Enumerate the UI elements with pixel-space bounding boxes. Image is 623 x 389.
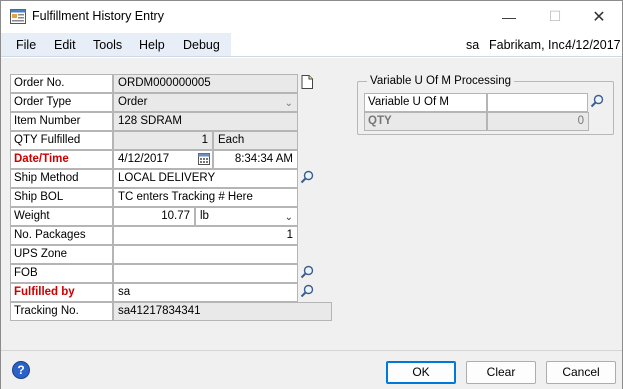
ok-button[interactable]: OK (386, 361, 456, 384)
menu-help[interactable]: Help (139, 38, 165, 52)
close-icon: ✕ (592, 8, 606, 26)
button-bar: ? OK Clear Cancel (1, 350, 622, 389)
weight-row: Weight 10.77 lb ⌄ (10, 207, 298, 226)
fulfilled-by-lookup-button[interactable] (298, 283, 316, 302)
fulfilled-by-field[interactable]: sa (113, 283, 298, 302)
weight-unit-value: lb (200, 210, 209, 222)
fob-lookup-button[interactable] (298, 264, 316, 283)
item-number-label: Item Number (10, 112, 113, 131)
fob-row: FOB (10, 264, 316, 283)
ups-zone-field[interactable] (113, 245, 298, 264)
menu-tools[interactable]: Tools (93, 38, 122, 52)
ship-bol-field[interactable]: TC enters Tracking # Here (113, 188, 298, 207)
ship-method-label: Ship Method (10, 169, 113, 188)
qty-fulfilled-label: QTY Fulfilled (10, 131, 113, 150)
order-type-row: Order Type Order ⌄ (10, 93, 298, 112)
note-icon (301, 75, 313, 92)
clear-button[interactable]: Clear (466, 361, 536, 384)
ship-method-row: Ship Method LOCAL DELIVERY (10, 169, 316, 188)
weight-unit-select[interactable]: lb ⌄ (195, 207, 298, 226)
qty-fulfilled-field: 1 (113, 131, 213, 150)
date-value: 4/12/2017 (118, 153, 170, 165)
order-type-value: Order (118, 96, 148, 108)
calendar-icon[interactable] (198, 153, 210, 168)
tracking-no-field: sa41217834341 (113, 302, 332, 321)
menu-edit[interactable]: Edit (54, 38, 76, 52)
dropdown-icon: ⌄ (284, 212, 293, 223)
lookup-icon (590, 94, 604, 111)
fob-field[interactable] (113, 264, 298, 283)
order-no-field[interactable]: ORDM000000005 (113, 74, 298, 93)
weight-label: Weight (10, 207, 113, 226)
date-time-row: Date/Time 4/12/2017 8:34:34 AM (10, 150, 298, 169)
ship-bol-row: Ship BOL TC enters Tracking # Here (10, 188, 298, 207)
fulfilled-by-row: Fulfilled by sa (10, 283, 316, 302)
lookup-icon (300, 170, 314, 187)
time-field[interactable]: 8:34:34 AM (213, 150, 298, 169)
order-type-select[interactable]: Order ⌄ (113, 93, 298, 112)
ship-bol-label: Ship BOL (10, 188, 113, 207)
minimize-icon: — (502, 8, 516, 25)
variable-uom-lookup-button[interactable] (588, 93, 606, 112)
qty-uom-field: Each (213, 131, 298, 150)
no-packages-row: No. Packages 1 (10, 226, 298, 245)
maximize-icon: ☐ (548, 8, 562, 24)
close-button[interactable]: ✕ (576, 1, 622, 32)
tracking-no-row: Tracking No. sa41217834341 (10, 302, 332, 321)
tracking-no-label: Tracking No. (10, 302, 113, 321)
item-number-row: Item Number 128 SDRAM (10, 112, 298, 131)
uom-qty-label: QTY (364, 112, 487, 131)
company-name: Fabrikam, Inc. (489, 38, 569, 52)
menu-bar: File Edit Tools Help Debug sa Fabrikam, … (1, 33, 622, 57)
user-id: sa (466, 38, 480, 52)
lookup-icon (300, 284, 314, 301)
cancel-button[interactable]: Cancel (546, 361, 616, 384)
fulfilled-by-label: Fulfilled by (10, 283, 113, 302)
no-packages-field[interactable]: 1 (113, 226, 298, 245)
help-icon[interactable]: ? (12, 361, 30, 379)
window-title: Fulfillment History Entry (32, 9, 164, 23)
no-packages-label: No. Packages (10, 226, 113, 245)
variable-uom-label: Variable U Of M (364, 93, 487, 112)
ship-method-field[interactable]: LOCAL DELIVERY (113, 169, 298, 188)
uom-qty-field: 0 (487, 112, 589, 131)
variable-uom-group-title: Variable U Of M Processing (367, 75, 515, 87)
uom-qty-row: QTY 0 (364, 112, 589, 131)
date-field[interactable]: 4/12/2017 (113, 150, 213, 169)
user-date: 4/12/2017 (565, 38, 621, 52)
order-no-label: Order No. (10, 74, 113, 93)
date-time-label: Date/Time (10, 150, 113, 169)
title-bar: Fulfillment History Entry — ☐ ✕ (1, 1, 622, 32)
ship-method-lookup-button[interactable] (298, 169, 316, 188)
variable-uom-row: Variable U Of M (364, 93, 608, 112)
dropdown-icon: ⌄ (284, 98, 293, 109)
fob-label: FOB (10, 264, 113, 283)
variable-uom-field[interactable] (487, 93, 588, 112)
form-content: Order No. ORDM000000005 Order Type Order… (1, 58, 622, 350)
order-note-button[interactable] (298, 74, 316, 93)
menu-file[interactable]: File (16, 38, 36, 52)
order-type-label: Order Type (10, 93, 113, 112)
menu-debug[interactable]: Debug (183, 38, 220, 52)
app-icon (10, 9, 26, 24)
item-number-field: 128 SDRAM (113, 112, 298, 131)
ups-zone-label: UPS Zone (10, 245, 113, 264)
weight-field[interactable]: 10.77 (113, 207, 195, 226)
minimize-button[interactable]: — (486, 1, 532, 32)
qty-fulfilled-row: QTY Fulfilled 1 Each (10, 131, 298, 150)
ups-zone-row: UPS Zone (10, 245, 298, 264)
fulfillment-history-window: Fulfillment History Entry — ☐ ✕ File Edi… (0, 0, 623, 389)
maximize-button[interactable]: ☐ (532, 1, 578, 32)
order-no-row: Order No. ORDM000000005 (10, 74, 316, 93)
lookup-icon (300, 265, 314, 282)
